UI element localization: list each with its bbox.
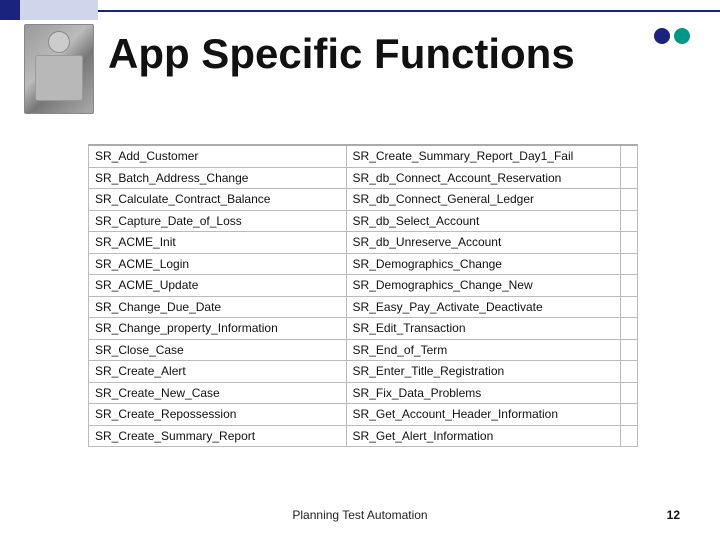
logo-accent-icon xyxy=(20,0,98,20)
table-row: SR_Change_Due_Date SR_Easy_Pay_Activate_… xyxy=(89,297,637,319)
table-row: SR_Create_Alert SR_Enter_Title_Registrat… xyxy=(89,361,637,383)
table-row: SR_Capture_Date_of_Loss SR_db_Select_Acc… xyxy=(89,211,637,233)
function-name: SR_Capture_Date_of_Loss xyxy=(89,211,347,232)
function-name: SR_Create_Alert xyxy=(89,361,347,382)
row-tail xyxy=(621,254,637,275)
page-number: 12 xyxy=(667,508,680,522)
table-row: SR_ACME_Init SR_db_Unreserve_Account xyxy=(89,232,637,254)
function-name: SR_Create_Summary_Report_Day1_Fail xyxy=(347,146,621,167)
function-name: SR_ACME_Login xyxy=(89,254,347,275)
function-name: SR_Create_New_Case xyxy=(89,383,347,404)
table-row: SR_ACME_Update SR_Demographics_Change_Ne… xyxy=(89,275,637,297)
function-name: SR_Fix_Data_Problems xyxy=(347,383,621,404)
footer-text: Planning Test Automation xyxy=(292,508,427,522)
row-tail xyxy=(621,426,637,447)
row-tail xyxy=(621,211,637,232)
table-row: SR_Calculate_Contract_Balance SR_db_Conn… xyxy=(89,189,637,211)
table-row: SR_Create_Repossession SR_Get_Account_He… xyxy=(89,404,637,426)
function-name: SR_Demographics_Change xyxy=(347,254,621,275)
function-name: SR_Create_Summary_Report xyxy=(89,426,347,447)
row-tail xyxy=(621,168,637,189)
row-tail xyxy=(621,404,637,425)
function-name: SR_Close_Case xyxy=(89,340,347,361)
table-row: SR_Create_New_Case SR_Fix_Data_Problems xyxy=(89,383,637,405)
function-name: SR_db_Unreserve_Account xyxy=(347,232,621,253)
logo-square-icon xyxy=(0,0,20,20)
function-name: SR_db_Connect_Account_Reservation xyxy=(347,168,621,189)
row-tail xyxy=(621,275,637,296)
row-tail xyxy=(621,361,637,382)
table-row: SR_Add_Customer SR_Create_Summary_Report… xyxy=(89,146,637,168)
table-row: SR_Close_Case SR_End_of_Term xyxy=(89,340,637,362)
table-row: SR_Change_property_Information SR_Edit_T… xyxy=(89,318,637,340)
function-name: SR_db_Connect_General_Ledger xyxy=(347,189,621,210)
corner-dots xyxy=(654,28,690,44)
function-name: SR_Get_Account_Header_Information xyxy=(347,404,621,425)
function-name: SR_Create_Repossession xyxy=(89,404,347,425)
row-tail xyxy=(621,189,637,210)
row-tail xyxy=(621,383,637,404)
table-row: SR_Create_Summary_Report SR_Get_Alert_In… xyxy=(89,426,637,448)
table-row: SR_Batch_Address_Change SR_db_Connect_Ac… xyxy=(89,168,637,190)
logo-block xyxy=(0,0,98,20)
header-bar xyxy=(0,0,720,20)
function-name: SR_Batch_Address_Change xyxy=(89,168,347,189)
function-name: SR_Demographics_Change_New xyxy=(347,275,621,296)
navy-dot-icon xyxy=(654,28,670,44)
function-name: SR_Calculate_Contract_Balance xyxy=(89,189,347,210)
table-row: SR_ACME_Login SR_Demographics_Change xyxy=(89,254,637,276)
function-name: SR_ACME_Update xyxy=(89,275,347,296)
function-name: SR_Change_property_Information xyxy=(89,318,347,339)
robot-image-icon xyxy=(24,24,94,114)
row-tail xyxy=(621,318,637,339)
row-tail xyxy=(621,297,637,318)
function-name: SR_Change_Due_Date xyxy=(89,297,347,318)
functions-table: SR_Add_Customer SR_Create_Summary_Report… xyxy=(88,144,638,447)
function-name: SR_Get_Alert_Information xyxy=(347,426,621,447)
row-tail xyxy=(621,232,637,253)
teal-dot-icon xyxy=(674,28,690,44)
function-name: SR_ACME_Init xyxy=(89,232,347,253)
function-name: SR_db_Select_Account xyxy=(347,211,621,232)
function-name: SR_End_of_Term xyxy=(347,340,621,361)
row-tail xyxy=(621,146,637,167)
footer: Planning Test Automation xyxy=(0,508,720,522)
page-title: App Specific Functions xyxy=(108,30,575,78)
header-rule-icon xyxy=(98,0,720,12)
function-name: SR_Enter_Title_Registration xyxy=(347,361,621,382)
function-name: SR_Easy_Pay_Activate_Deactivate xyxy=(347,297,621,318)
function-name: SR_Add_Customer xyxy=(89,146,347,167)
row-tail xyxy=(621,340,637,361)
function-name: SR_Edit_Transaction xyxy=(347,318,621,339)
